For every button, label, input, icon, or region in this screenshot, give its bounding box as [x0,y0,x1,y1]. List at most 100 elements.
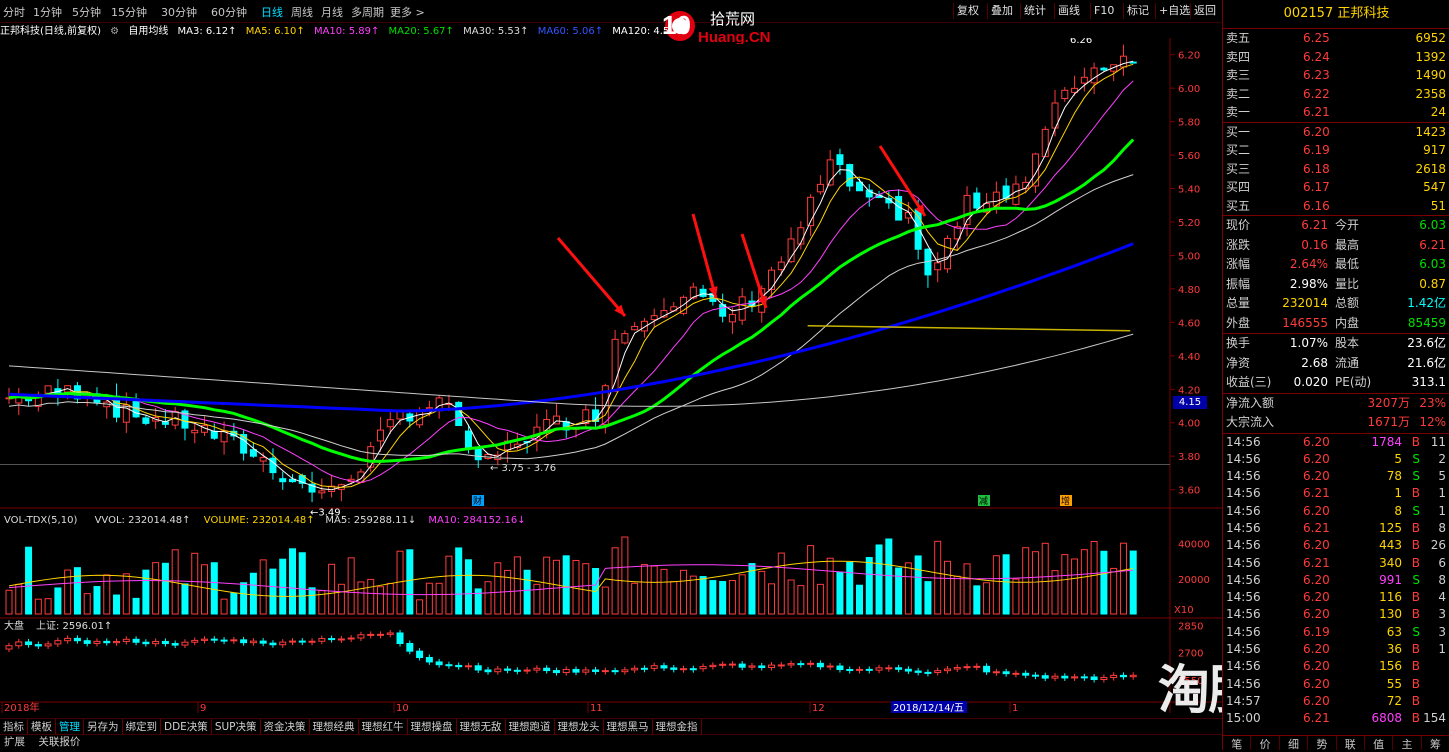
ask-row[interactable]: 卖一 6.21 24 [1223,103,1449,122]
index-candle [1031,674,1039,677]
ask-row[interactable]: 卖五 6.25 6952 [1223,29,1449,48]
expand-button[interactable]: 扩展 [4,736,25,748]
indicator-tab-9[interactable]: 理想红牛 [359,719,408,735]
ma120-value: MA120: 4.5 [612,26,670,37]
indicator-tab-4[interactable]: 绑定到 [123,719,161,735]
period-tab-3[interactable]: 15分钟 [111,4,147,20]
indicator-tab-12[interactable]: 理想跑道 [506,719,555,735]
panel-tab-7[interactable]: 筹 [1422,736,1449,751]
index-candle [650,665,658,669]
indicator-tab-1[interactable]: 模板 [28,719,56,735]
bid-row[interactable]: 买五 6.16 51 [1223,197,1449,216]
toolbar-button-6[interactable]: +自选 [1155,3,1193,19]
bid-row[interactable]: 买二 6.19 917 [1223,141,1449,160]
panel-tab-5[interactable]: 值 [1365,736,1394,751]
index-candle [73,637,81,642]
period-tab-1[interactable]: 1分钟 [33,4,62,20]
indicator-tab-5[interactable]: DDE决策 [161,719,212,735]
x-axis-label: 1 [1012,703,1018,713]
quote-row: 涨幅 2.64% 最低 6.03 [1223,255,1449,275]
ask-row[interactable]: 卖四 6.24 1392 [1223,48,1449,67]
bid-row[interactable]: 买四 6.17 547 [1223,178,1449,197]
tick-volume: 991 [1379,572,1402,587]
candle-body [425,407,433,410]
panel-tab-2[interactable]: 细 [1280,736,1309,751]
indicator-tab-3[interactable]: 另存为 [84,719,123,735]
toolbar-button-0[interactable]: 复权 [953,3,982,19]
indicator-tab-10[interactable]: 理想操盘 [408,719,457,735]
volume-bar [533,583,541,615]
tick-price: 6.20 [1303,607,1330,622]
indicator-tab-8[interactable]: 理想经典 [310,719,359,735]
index-candle [621,669,629,673]
tick-side: B [1411,538,1420,553]
kline-chart[interactable]: 6.20 6.00 5.80 5.60 5.40 5.20 5.00 4.80 4.60 4.40… [0,38,1222,713]
tick-time: 14:56 [1226,451,1261,466]
toolbar-button-3[interactable]: 画线 [1054,3,1083,19]
tick-time: 14:56 [1226,624,1261,639]
bid-row[interactable]: 买一 6.20 1423 [1223,123,1449,142]
period-tab-6[interactable]: 日线 [261,4,283,20]
period-tab-9[interactable]: 多周期 [351,4,384,20]
high-label: 6.26 [1070,38,1092,46]
period-tab-10[interactable]: 更多 > [390,4,425,20]
period-tab-7[interactable]: 周线 [291,4,313,20]
bid-row[interactable]: 买三 6.18 2618 [1223,160,1449,179]
tick-volume: 72 [1386,693,1402,708]
x-axis-label: 2018年 [4,701,39,713]
tick-price: 6.20 [1303,676,1330,691]
toolbar-button-5[interactable]: 标记 [1123,3,1152,19]
ask-row[interactable]: 卖三 6.23 1490 [1223,66,1449,85]
quote-value: 0.020 [1293,375,1328,389]
panel-tab-4[interactable]: 联 [1337,736,1365,751]
candle-body [846,164,854,187]
indicator-tab-6[interactable]: SUP决策 [212,719,261,735]
toolbar-button-7[interactable]: 返回 [1190,3,1219,19]
period-tab-5[interactable]: 60分钟 [211,4,247,20]
volume-bar [1061,554,1069,615]
indicator-tab-11[interactable]: 理想无敌 [457,719,506,735]
indicator-tab-15[interactable]: 理想金指 [653,719,702,735]
ask-row[interactable]: 卖二 6.22 2358 [1223,85,1449,104]
period-tab-2[interactable]: 5分钟 [72,4,101,20]
panel-tab-6[interactable]: 主 [1393,736,1422,751]
toolbar-button-1[interactable]: 叠加 [987,3,1016,19]
settings-gear-icon[interactable]: ⚙ [110,26,119,37]
indicator-tab-13[interactable]: 理想龙头 [555,719,604,735]
toolbar-button-4[interactable]: F10 [1090,3,1117,19]
volume-bar [220,598,228,615]
vol-axis-label: 20000 [1178,575,1210,586]
linked-quote-button[interactable]: 关联报价 [38,736,80,748]
volume-bar [161,562,169,615]
volume-bar [611,547,619,615]
indicator-tab-0[interactable]: 指标 [0,719,28,735]
panel-tab-0[interactable]: 笔 [1223,736,1252,751]
period-tab-4[interactable]: 30分钟 [161,4,197,20]
tick-price: 6.20 [1303,503,1330,518]
volume-bar [376,586,384,615]
candle-body [1100,67,1108,71]
tick-volume: 5 [1394,451,1402,466]
period-tab-8[interactable]: 月线 [321,4,343,20]
volume-bar [709,580,717,615]
index-candle [885,667,893,670]
tick-list[interactable]: 14:56 6.20 1784 B 11 14:56 6.20 5 S 2 14:56 6.20 78 S… [1223,434,1449,728]
toolbar-button-2[interactable]: 统计 [1020,3,1049,19]
stock-name: 正邦科技 [1337,6,1390,21]
quote-row: 净资 2.68 流通 21.6亿 [1223,354,1449,374]
indicator-tab-7[interactable]: 资金决策 [261,719,310,735]
quote-label: 最低 [1335,257,1360,271]
indicator-tab-14[interactable]: 理想黑马 [604,719,653,735]
period-tab-0[interactable]: 分时 [3,4,25,20]
index-candle [357,634,365,639]
flow-percent: 23% [1419,395,1446,410]
ma-label[interactable]: 自用均线 [128,26,168,37]
index-candle [83,640,91,644]
volume-bar [113,594,121,615]
indicator-tab-2[interactable]: 管理 [56,719,84,735]
volume-bar [1129,550,1137,615]
tick-time: 14:56 [1226,676,1261,691]
panel-tab-3[interactable]: 势 [1308,736,1337,751]
panel-tab-1[interactable]: 价 [1251,736,1280,751]
tick-price: 6.21 [1303,555,1330,570]
